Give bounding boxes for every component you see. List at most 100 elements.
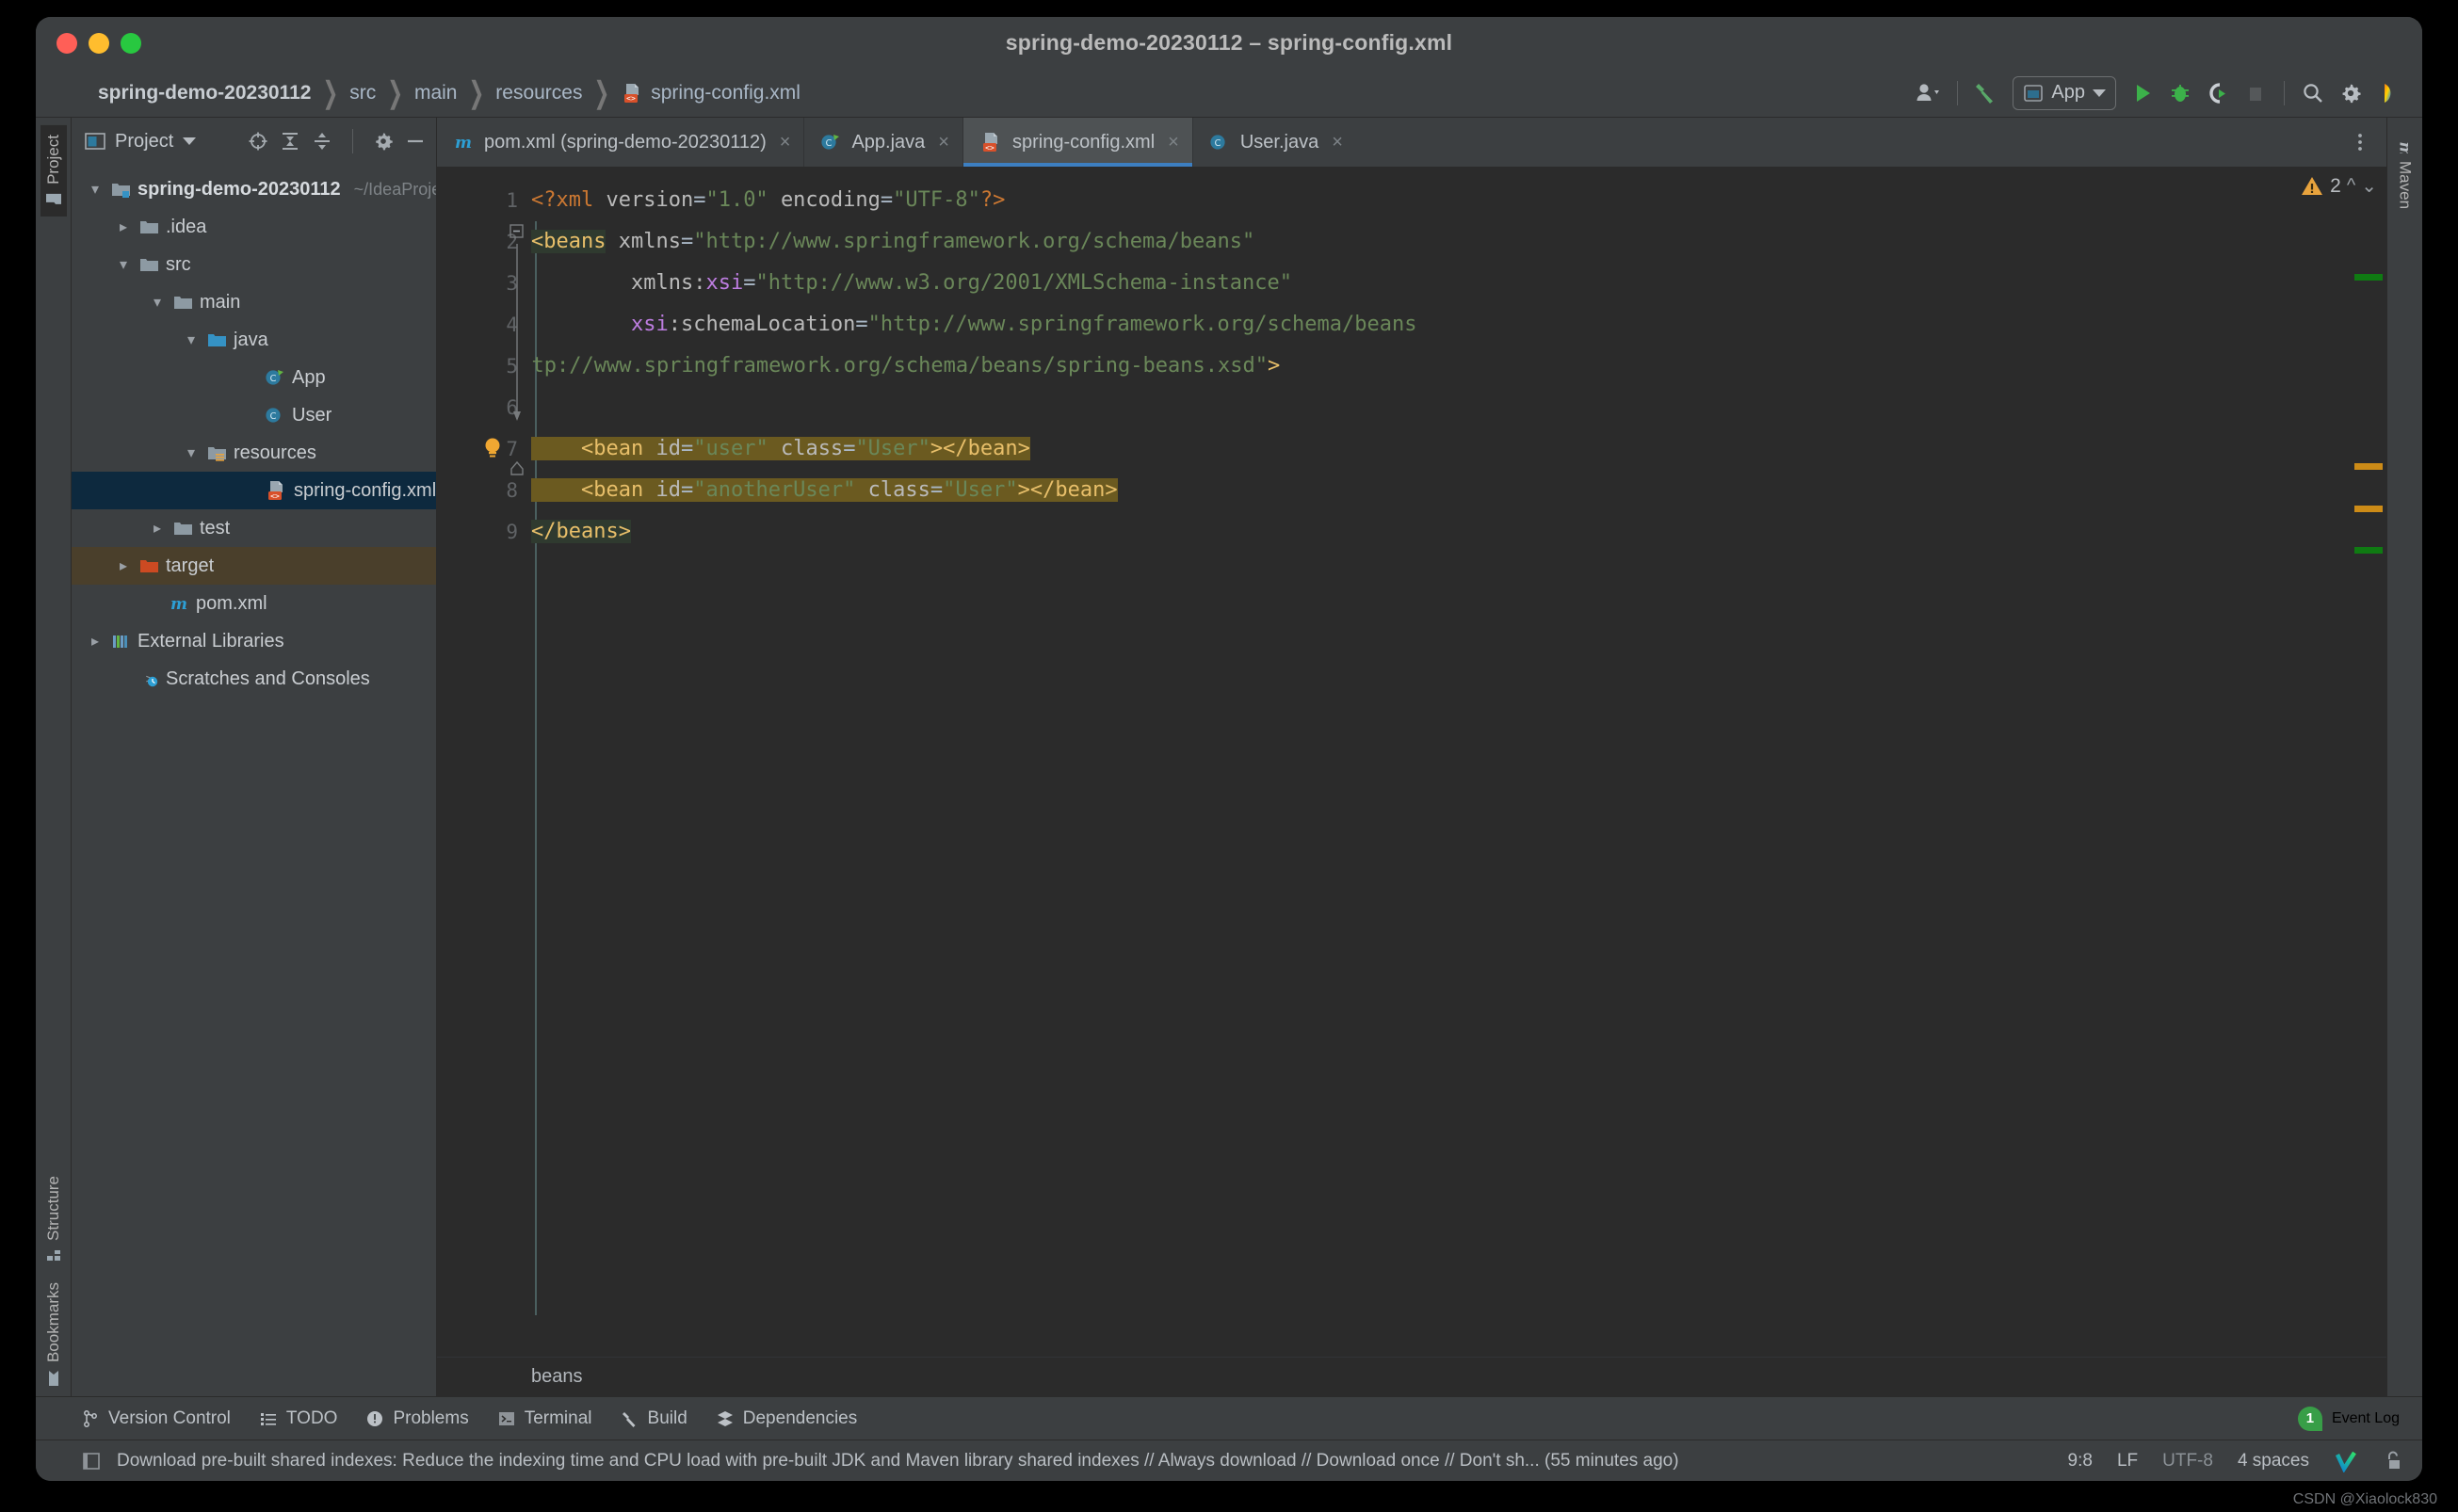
build-hammer-icon[interactable] (1967, 74, 2005, 112)
run-with-coverage-button[interactable] (2199, 74, 2237, 112)
editor-tab-pom-xml[interactable]: m pom.xml (spring-demo-20230112) × (437, 118, 805, 167)
intellij-logo-icon[interactable] (2369, 74, 2407, 112)
close-icon[interactable]: × (938, 132, 949, 153)
marker-warning[interactable] (2354, 506, 2383, 512)
fold-region-line (513, 244, 521, 423)
editor-marker-strip[interactable]: 2 ^ ⌄ (2302, 167, 2386, 1357)
bottom-tab-problems[interactable]: Problems (365, 1408, 469, 1429)
close-icon[interactable]: × (780, 132, 791, 153)
unlocked-icon[interactable] (2383, 1450, 2403, 1472)
sidebar-item-project[interactable]: Project (40, 125, 67, 217)
sidebar-item-bookmarks[interactable]: Bookmarks (40, 1273, 67, 1396)
editor-gutter[interactable]: 1 2 3 4 5 6 7 8 9 (437, 167, 531, 1357)
close-icon[interactable]: × (1332, 132, 1343, 153)
chevron-down-icon[interactable]: ▾ (85, 180, 105, 199)
indent-setting[interactable]: 4 spaces (2238, 1451, 2309, 1472)
code-token: "user" (693, 437, 768, 460)
breadcrumb-item-resources[interactable]: resources (490, 80, 588, 106)
debug-button[interactable] (2161, 74, 2199, 112)
code-token: class (867, 478, 930, 502)
hide-panel-icon[interactable] (404, 130, 427, 153)
bottom-tab-terminal[interactable]: Terminal (497, 1408, 592, 1429)
search-icon[interactable] (2294, 74, 2332, 112)
intention-bulb-icon[interactable] (482, 436, 503, 460)
tree-node-target[interactable]: ▸ target (72, 547, 436, 585)
tree-node-pom-xml[interactable]: m pom.xml (72, 585, 436, 622)
code-line-1: <?xml version="1.0" encoding="UTF-8"?> (531, 180, 2341, 221)
previous-problem-icon[interactable]: ^ (2347, 175, 2355, 197)
editor-tab-spring-config-xml[interactable]: <> spring-config.xml × (962, 118, 1193, 167)
bottom-tab-build[interactable]: Build (621, 1408, 687, 1429)
chevron-right-icon[interactable]: ▸ (113, 217, 134, 236)
user-icon[interactable] (1910, 74, 1948, 112)
chevron-down-icon[interactable]: ▾ (147, 293, 168, 312)
code-token: = (930, 478, 944, 502)
sidebar-item-maven[interactable]: m Maven (2392, 125, 2418, 218)
run-button[interactable] (2124, 74, 2161, 112)
run-configuration-selector[interactable]: App (2013, 75, 2116, 110)
tree-node-main[interactable]: ▾ main (72, 283, 436, 321)
breadcrumb-item-file[interactable]: <> spring-config.xml (615, 80, 806, 106)
status-message[interactable]: Download pre-built shared indexes: Reduc… (117, 1451, 1679, 1472)
caret-position[interactable]: 9:8 (2068, 1451, 2093, 1472)
close-icon[interactable]: × (1168, 132, 1179, 153)
settings-gear-icon[interactable] (372, 130, 395, 153)
fold-collapse-end-icon[interactable] (509, 460, 526, 477)
code-token: <bean (580, 478, 644, 502)
chevron-down-icon[interactable]: ▾ (181, 443, 202, 462)
tree-node-spring-config-xml[interactable]: <> spring-config.xml (72, 472, 436, 509)
svg-text:C: C (270, 411, 277, 422)
editor-breadcrumb[interactable]: beans (437, 1357, 2386, 1396)
collapse-all-icon[interactable] (311, 130, 333, 153)
chevron-right-icon[interactable]: ▸ (85, 632, 105, 651)
event-log-count: 1 (2297, 1406, 2322, 1431)
expand-all-icon[interactable] (279, 130, 301, 153)
tree-node-user[interactable]: C User (72, 396, 436, 434)
chevron-down-icon[interactable]: ▾ (113, 255, 134, 274)
stop-button[interactable] (2237, 74, 2274, 112)
tree-node-scratches-and-consoles[interactable]: > Scratches and Consoles (72, 660, 436, 698)
tree-node-src[interactable]: ▾ src (72, 246, 436, 283)
editor-tab-user-java[interactable]: C User.java × (1193, 118, 1356, 167)
code-token: "UTF-8" (893, 188, 980, 212)
tree-node-external-libraries[interactable]: ▸ External Libraries (72, 622, 436, 660)
marker-green[interactable] (2354, 547, 2383, 554)
line-separator[interactable]: LF (2117, 1451, 2138, 1472)
chevron-down-icon[interactable] (183, 137, 197, 145)
code-content[interactable]: <?xml version="1.0" encoding="UTF-8"?> <… (531, 167, 2341, 1357)
breadcrumb-item-src[interactable]: src (344, 80, 381, 106)
sidebar-item-structure[interactable]: Structure (40, 1166, 67, 1273)
chevron-down-icon[interactable]: ▾ (181, 330, 202, 349)
select-opened-file-icon[interactable] (247, 130, 269, 153)
more-options-icon[interactable] (2349, 131, 2371, 153)
marker-green[interactable] (2354, 274, 2383, 281)
code-editor[interactable]: 1 2 3 4 5 6 7 8 9 <?xml version="1.0" en… (437, 167, 2386, 1357)
breadcrumb-item-project[interactable]: spring-demo-20230112 (92, 80, 316, 106)
bottom-tab-dependencies[interactable]: Dependencies (716, 1408, 857, 1429)
svg-text:<>: <> (270, 491, 280, 500)
inspection-widget[interactable]: 2 ^ ⌄ (2206, 174, 2385, 198)
marker-warning[interactable] (2354, 463, 2383, 470)
tree-node-java[interactable]: ▾ java (72, 321, 436, 359)
breadcrumb-item-main[interactable]: main (409, 80, 463, 106)
tree-node-app[interactable]: C App (72, 359, 436, 396)
bottom-tab-todo[interactable]: TODO (259, 1408, 337, 1429)
tree-node-idea[interactable]: ▸ .idea (72, 208, 436, 246)
chevron-right-icon[interactable]: ▸ (147, 519, 168, 538)
fold-collapse-icon[interactable] (509, 223, 526, 240)
tree-node-resources[interactable]: ▾ resources (72, 434, 436, 472)
vcs-check-icon[interactable] (2334, 1450, 2358, 1472)
event-log-button[interactable]: 1 Event Log (2297, 1406, 2422, 1431)
file-encoding[interactable]: UTF-8 (2162, 1451, 2213, 1472)
code-token: "User" (943, 478, 1018, 502)
tree-node-label: test (200, 517, 231, 539)
settings-gear-icon[interactable] (2332, 74, 2369, 112)
code-token: "http://www.w3.org/2001/XMLSchema-instan… (755, 271, 1292, 295)
bottom-tab-version-control[interactable]: Version Control (81, 1408, 231, 1429)
next-problem-icon[interactable]: ⌄ (2361, 174, 2377, 198)
editor-tab-app-java[interactable]: C App.java × (804, 118, 963, 167)
tree-node-test[interactable]: ▸ test (72, 509, 436, 547)
chevron-right-icon[interactable]: ▸ (113, 556, 134, 575)
tree-node-project[interactable]: ▾ spring-demo-20230112 ~/IdeaProjects/un (72, 170, 436, 208)
